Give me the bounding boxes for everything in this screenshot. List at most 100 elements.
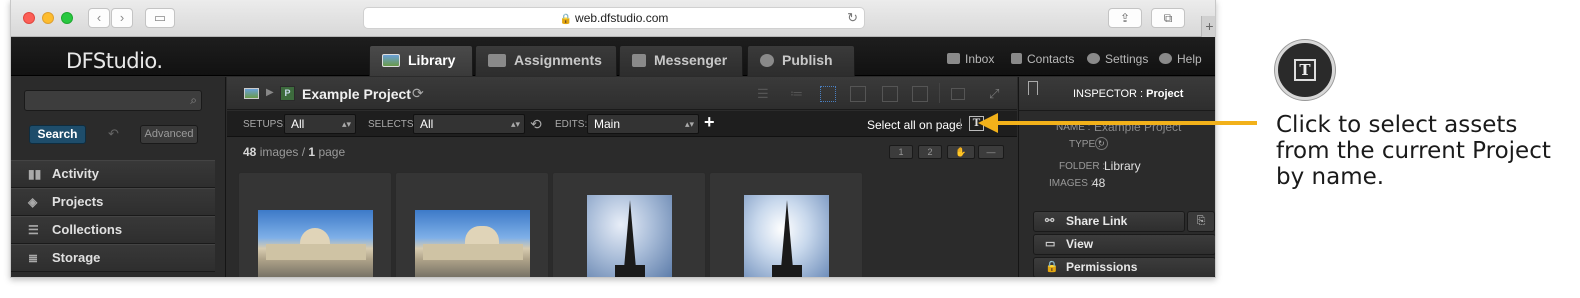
share-link-label: Share Link	[1066, 214, 1128, 228]
url-text: web.dfstudio.com	[575, 11, 669, 25]
add-edit-button[interactable]: +	[704, 112, 715, 133]
thumbnail-card[interactable]	[552, 172, 706, 277]
reset-search-icon[interactable]: ↶	[108, 126, 119, 142]
page-count-word: page	[318, 145, 346, 159]
count-bar: 48 images / 1 page 1 2 ✋ —	[227, 138, 1017, 164]
new-tab-button[interactable]: +	[1201, 16, 1215, 37]
list-view-icon[interactable]: ☰	[757, 86, 773, 102]
browser-toolbar: ‹ › ▭ 🔒 web.dfstudio.com ↻ ⇪ ⧉ +	[11, 0, 1215, 37]
forward-button[interactable]: ›	[111, 8, 133, 28]
filter-bar: SETUPS: All ▴▾ SELECTS: All ▴▾ ⟲ EDITS: Ma…	[227, 111, 1017, 137]
thumbnail-image[interactable]	[415, 210, 530, 277]
advanced-search-button[interactable]: Advanced	[140, 125, 198, 144]
thumbnail-image[interactable]	[744, 195, 829, 277]
edits-value: Main	[594, 117, 621, 131]
tab-assignments-label: Assignments	[514, 52, 602, 68]
share-icon[interactable]: ⇪	[1108, 8, 1142, 28]
assignments-icon	[488, 54, 506, 67]
copy-icon[interactable]: ⎘	[1187, 211, 1215, 232]
window-minimize-button[interactable]	[42, 12, 54, 24]
divider	[939, 83, 940, 103]
permissions-button[interactable]: 🔒 Permissions	[1033, 257, 1215, 277]
image-count: 48 images / 1 page	[243, 145, 345, 159]
inbox-link[interactable]: Inbox	[947, 52, 994, 66]
tab-publish[interactable]: Publish	[747, 45, 855, 76]
window-maximize-button[interactable]	[61, 12, 73, 24]
sidebar-toggle-icon[interactable]: ▭	[145, 8, 175, 28]
large-view-icon[interactable]	[882, 86, 898, 102]
tab-assignments[interactable]: Assignments	[475, 45, 617, 76]
small-grid-icon[interactable]	[820, 86, 836, 102]
callout-arrowhead	[978, 113, 998, 133]
share-link-button[interactable]: ⚯ Share Link	[1033, 211, 1185, 232]
chevron-right-icon: ▶	[266, 87, 274, 98]
detail-list-icon[interactable]: ≔	[790, 86, 806, 102]
sidebar-item-activity[interactable]: ▮▮ Activity	[11, 160, 215, 188]
tabs-overview-icon[interactable]: ⧉	[1151, 8, 1185, 28]
compare-icon[interactable]	[912, 86, 928, 102]
obelisk-base	[615, 265, 645, 277]
images-value: 48	[1092, 176, 1106, 190]
page-1-button[interactable]: 1	[889, 145, 913, 159]
sync-icon[interactable]: ⟳	[412, 85, 424, 102]
stepper-icon: ▴▾	[684, 119, 694, 129]
edits-select[interactable]: Main ▴▾	[587, 114, 699, 134]
thumbnail-card[interactable]	[709, 172, 863, 277]
browser-window: ‹ › ▭ 🔒 web.dfstudio.com ↻ ⇪ ⧉ + DFStudio…	[10, 0, 1216, 278]
medium-grid-icon[interactable]	[850, 86, 866, 102]
sidebar-item-storage[interactable]: ≣ Storage	[11, 244, 215, 272]
contacts-link[interactable]: Contacts	[1011, 52, 1074, 66]
permissions-label: Permissions	[1066, 260, 1138, 274]
inspector-panel: INSPECTOR : Project NAME : Example Proje…	[1018, 77, 1215, 277]
search-button[interactable]: Search	[29, 125, 86, 144]
tab-messenger[interactable]: Messenger	[619, 45, 743, 76]
help-icon	[1159, 53, 1172, 64]
refresh-icon[interactable]: ⟲	[530, 116, 542, 133]
callout-text: Click to select assets from the current …	[1276, 112, 1551, 190]
thumbnail-image[interactable]	[258, 210, 373, 277]
folder-label: FOLDER :	[1059, 161, 1106, 172]
library-icon	[382, 54, 400, 67]
setups-select[interactable]: All ▴▾	[284, 114, 356, 134]
search-input[interactable]: ⌕	[24, 90, 202, 111]
facade-shape	[423, 244, 523, 260]
bookmark-icon[interactable]	[1028, 81, 1038, 95]
storage-icon: ≣	[28, 251, 39, 265]
tab-library[interactable]: Library	[369, 45, 473, 76]
sidebar-item-collections[interactable]: ☰ Collections	[11, 216, 215, 244]
database-icon: ☰	[28, 223, 39, 237]
overlap-icon[interactable]	[951, 88, 965, 100]
settings-link[interactable]: Settings	[1087, 52, 1148, 66]
page-count-number: 1	[308, 145, 316, 159]
thumbnail-card[interactable]	[238, 172, 392, 277]
gear-icon	[1087, 53, 1100, 64]
reject-icon[interactable]: ✋	[947, 145, 975, 159]
address-bar[interactable]: 🔒 web.dfstudio.com ↻	[363, 7, 865, 29]
window-close-button[interactable]	[23, 12, 35, 24]
sidebar-item-label: Projects	[52, 194, 104, 209]
thumbnail-image[interactable]	[587, 195, 672, 277]
help-link[interactable]: Help	[1159, 52, 1202, 66]
back-button[interactable]: ‹	[88, 8, 110, 28]
fullscreen-icon[interactable]: ⤢	[989, 86, 1005, 102]
lock-icon: 🔒	[559, 14, 573, 25]
sidebar: ⌕ Search ↶ Advanced ▮▮ Activity ◈ Projects…	[11, 77, 226, 277]
sidebar-item-projects[interactable]: ◈ Projects	[11, 188, 215, 216]
settings-label: Settings	[1105, 52, 1149, 66]
view-icon: ▭	[1045, 238, 1056, 250]
view-button[interactable]: ▭ View	[1033, 234, 1215, 255]
sidebar-item-label: Collections	[52, 222, 123, 237]
collapse-icon[interactable]: —	[978, 145, 1004, 159]
select-all-on-page-link[interactable]: Select all on page	[867, 118, 962, 132]
setups-label: SETUPS:	[243, 119, 286, 130]
thumbnail-card[interactable]	[395, 172, 549, 277]
messenger-icon	[632, 54, 646, 67]
inspector-header: INSPECTOR : Project	[1019, 77, 1215, 111]
reload-icon[interactable]: ↻	[847, 8, 858, 28]
publish-icon	[760, 54, 774, 67]
page-2-button[interactable]: 2	[918, 145, 942, 159]
library-icon[interactable]	[244, 88, 259, 99]
selects-select[interactable]: All ▴▾	[413, 114, 525, 134]
inspector-title: INSPECTOR : Project	[1073, 88, 1183, 100]
link-icon: ⚯	[1045, 215, 1055, 227]
